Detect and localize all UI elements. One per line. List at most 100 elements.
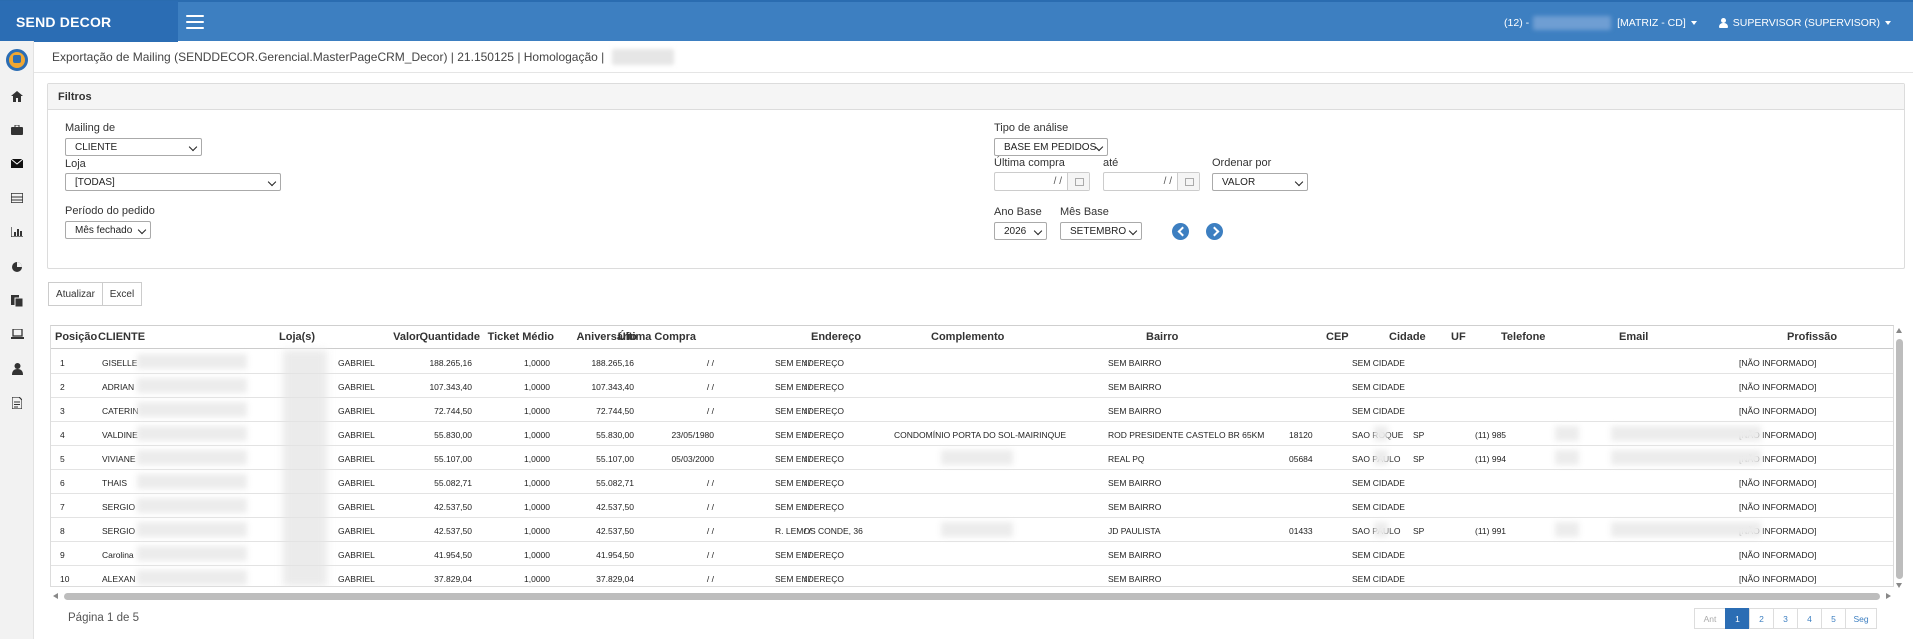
column-header-ticket-medio[interactable]: Ticket Médio <box>488 331 554 343</box>
cell-aniv: / / <box>706 382 714 392</box>
cell-aniv: / / <box>706 406 714 416</box>
ultima-compra-label: Última compra <box>994 157 1065 169</box>
mes-base-select[interactable]: SETEMBRO <box>1060 222 1142 240</box>
scrollbar-thumb[interactable] <box>1896 339 1903 579</box>
hamburger-icon[interactable] <box>186 14 204 29</box>
cell-end: SEM ENDEREÇO <box>775 574 844 584</box>
user-icon[interactable] <box>11 363 23 375</box>
column-header-telefone[interactable]: Telefone <box>1501 331 1545 343</box>
files-icon[interactable] <box>11 295 24 308</box>
column-header-cliente[interactable]: CLIENTE <box>98 331 145 343</box>
table-row[interactable]: 6 THAIS GABRIEL 55.082,71 1,0000 55.082,71 / /… <box>51 470 1893 494</box>
ordenar-select[interactable]: VALOR <box>1212 173 1308 191</box>
mes-base-label: Mês Base <box>1060 206 1109 218</box>
table-row[interactable]: 4 VALDINE GABRIEL 55.830,00 1,0000 55.830,00 2… <box>51 422 1893 446</box>
tipo-analise-value: BASE EM PEDIDOS <box>1004 141 1097 153</box>
cell-pos: 1 <box>60 358 65 368</box>
column-header-uf[interactable]: UF <box>1451 331 1466 343</box>
chevron-left-icon[interactable] <box>1172 223 1189 240</box>
envelope-icon[interactable] <box>10 158 24 171</box>
column-header-quantidade[interactable]: Quantidade <box>419 331 480 343</box>
cell-prof: [NÃO INFORMADO] <box>1739 478 1817 488</box>
cell-aniv: / / <box>706 574 714 584</box>
table-row[interactable]: 2 ADRIAN GABRIEL 107.343,40 1,0000 107.343,40… <box>51 374 1893 398</box>
store-selector[interactable]: (12) - [MATRIZ - CD] <box>1504 15 1697 30</box>
column-header-complemento[interactable]: Complemento <box>931 331 1004 343</box>
column-header-lojas[interactable]: Loja(s) <box>279 331 315 343</box>
column-header-bairro[interactable]: Bairro <box>1146 331 1178 343</box>
filters-title: Filtros <box>48 84 1904 110</box>
scrollbar-thumb[interactable] <box>64 593 1880 600</box>
ultima-compra-input[interactable]: / / <box>994 172 1090 191</box>
table-row[interactable]: 3 CATERIN GABRIEL 72.744,50 1,0000 72.744,50 /… <box>51 398 1893 422</box>
scroll-down-icon[interactable] <box>1896 583 1902 588</box>
prev-page-button[interactable]: Ant <box>1694 608 1726 629</box>
excel-button[interactable]: Excel <box>102 282 142 306</box>
brand-logo[interactable]: SEND DECOR <box>0 1 178 42</box>
cell-end: SEM ENDEREÇO <box>775 430 844 440</box>
atualizar-button[interactable]: Atualizar <box>48 282 103 306</box>
list-icon[interactable] <box>10 192 24 205</box>
cell-pos: 3 <box>60 406 65 416</box>
calendar-icon[interactable] <box>1067 173 1089 190</box>
cell-cidade: SEM CIDADE <box>1352 502 1405 512</box>
table-row[interactable]: 5 VIVIANE GABRIEL 55.107,00 1,0000 55.107,00 0… <box>51 446 1893 470</box>
cell-tel: (11) 985 <box>1475 430 1507 440</box>
loja-select[interactable]: [TODAS] <box>65 173 281 191</box>
page-title: Exportação de Mailing (SENDDECOR.Gerenci… <box>52 50 605 64</box>
loja-label: Loja <box>65 158 86 170</box>
column-header-cidade[interactable]: Cidade <box>1389 331 1426 343</box>
briefcase-icon[interactable] <box>11 124 23 137</box>
column-header-endereco[interactable]: Endereço <box>811 331 861 343</box>
home-icon[interactable] <box>11 91 23 103</box>
column-header-posicao[interactable]: Posição <box>55 331 97 343</box>
ano-base-select[interactable]: 2026 <box>994 222 1047 240</box>
cell-uf: SP <box>1413 526 1425 536</box>
next-page-button[interactable]: Seg <box>1845 608 1877 629</box>
scroll-up-icon[interactable] <box>1896 328 1902 333</box>
ate-value: / / <box>1163 176 1172 187</box>
ate-input[interactable]: / / <box>1103 172 1200 191</box>
laptop-icon[interactable] <box>11 328 24 341</box>
periodo-label: Período do pedido <box>65 205 155 217</box>
email-redacted <box>1611 522 1761 537</box>
column-header-ultima-compra[interactable]: Última Compra <box>618 331 696 343</box>
page-button-4[interactable]: 4 <box>1797 608 1822 629</box>
bar-chart-icon[interactable] <box>10 227 23 239</box>
table-row[interactable]: 8 SERGIO GABRIEL 42.537,50 1,0000 42.537,50 / … <box>51 518 1893 542</box>
vertical-scrollbar[interactable] <box>1894 325 1904 595</box>
periodo-select[interactable]: Mês fechado <box>65 221 151 239</box>
table-row[interactable]: 1 GISELLE GABRIEL 188.265,16 1,0000 188.265,1… <box>51 350 1893 374</box>
scroll-left-icon[interactable] <box>53 593 58 599</box>
column-header-valor[interactable]: Valor <box>393 331 420 343</box>
cell-cep: 18120 <box>1289 430 1313 440</box>
horizontal-scrollbar[interactable] <box>50 592 1894 601</box>
page-button-1[interactable]: 1 <box>1725 608 1750 629</box>
ordenar-label: Ordenar por <box>1212 157 1272 169</box>
chevron-right-icon[interactable] <box>1206 223 1223 240</box>
document-icon[interactable] <box>11 396 23 410</box>
pie-chart-icon[interactable] <box>11 261 23 273</box>
cell-cliente: CATERIN <box>102 406 139 416</box>
page-button-2[interactable]: 2 <box>1749 608 1774 629</box>
column-header-email[interactable]: Email <box>1619 331 1648 343</box>
page-button-3[interactable]: 3 <box>1773 608 1798 629</box>
user-menu[interactable]: SUPERVISOR (SUPERVISOR) <box>1718 17 1891 29</box>
table-row[interactable]: 10 ALEXAN GABRIEL 37.829,04 1,0000 37.829,04 /… <box>51 566 1893 586</box>
tipo-analise-select[interactable]: BASE EM PEDIDOS <box>994 138 1108 156</box>
column-header-profissao[interactable]: Profissão <box>1787 331 1837 343</box>
app-logo-icon[interactable] <box>6 49 28 71</box>
column-header-cep[interactable]: CEP <box>1326 331 1349 343</box>
mes-base-value: SETEMBRO <box>1070 225 1127 237</box>
mailing-select[interactable]: CLIENTE <box>65 138 202 156</box>
cell-loja: GABRIEL <box>338 430 375 440</box>
page-button-5[interactable]: 5 <box>1821 608 1846 629</box>
calendar-icon[interactable] <box>1177 173 1199 190</box>
scroll-right-icon[interactable] <box>1886 593 1891 599</box>
table-row[interactable]: 7 SERGIO GABRIEL 42.537,50 1,0000 42.537,50 / … <box>51 494 1893 518</box>
cell-bairro: SEM BAIRRO <box>1108 574 1162 584</box>
email-redacted <box>1611 450 1761 465</box>
cell-qtd: 1,0000 <box>524 358 550 368</box>
cell-loja: GABRIEL <box>338 382 375 392</box>
table-row[interactable]: 9 Carolina GABRIEL 41.954,50 1,0000 41.954,50… <box>51 542 1893 566</box>
